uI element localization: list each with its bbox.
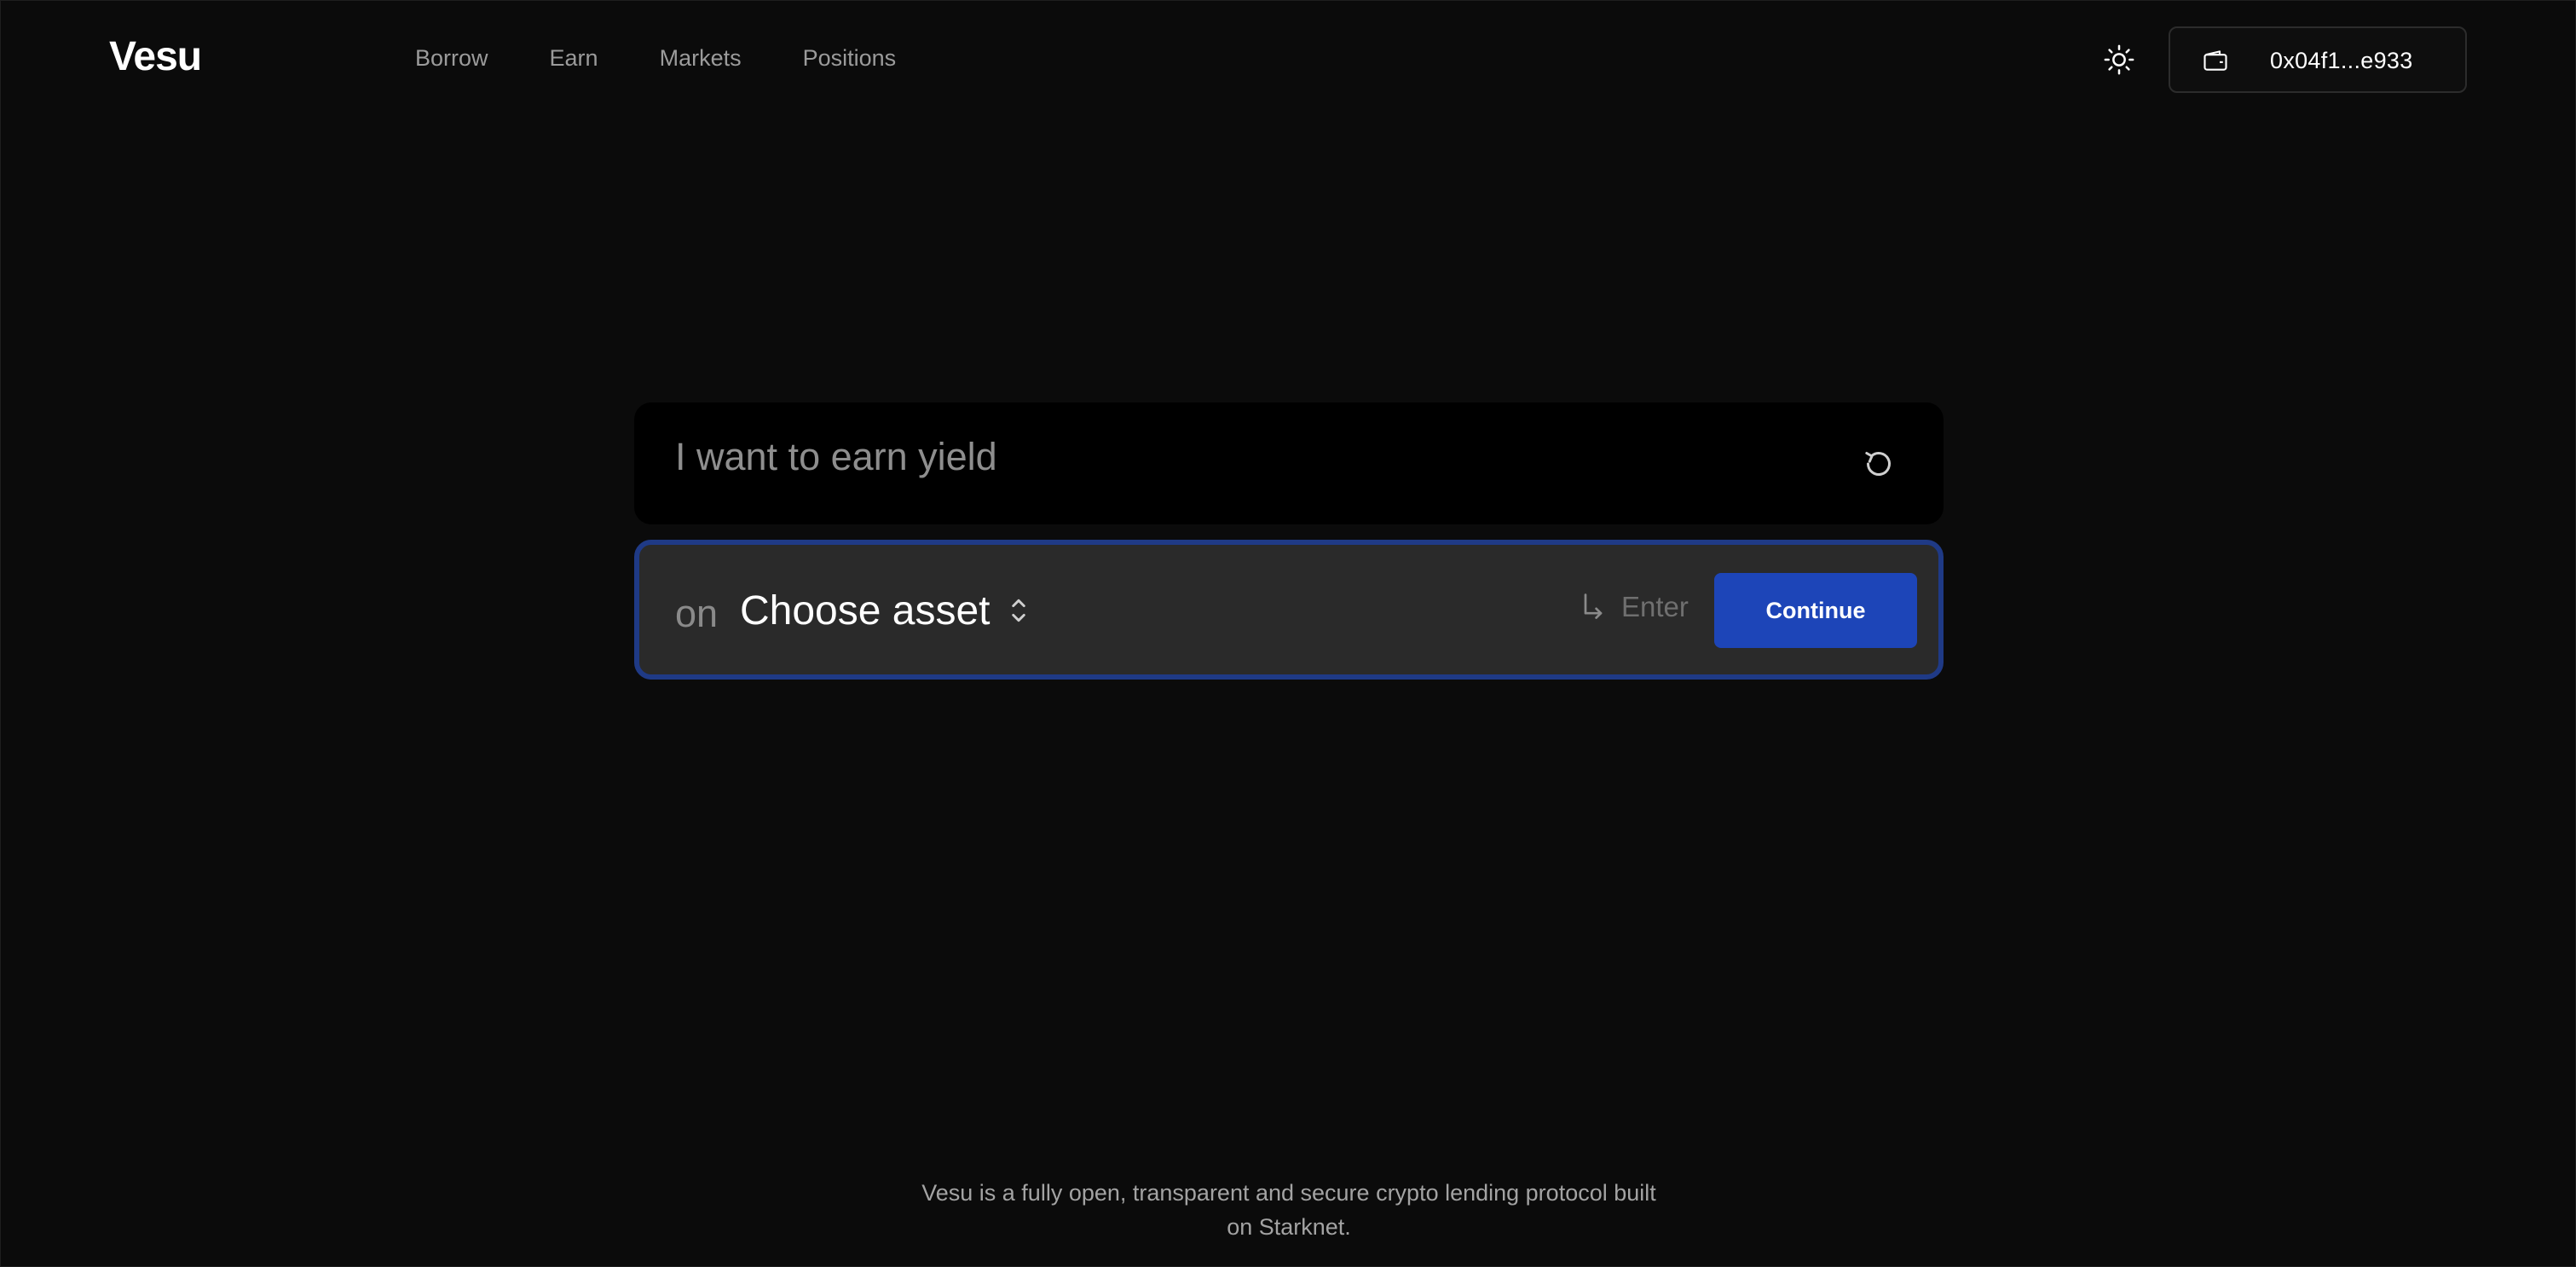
asset-select-label: Choose asset <box>740 587 991 634</box>
nav-item-markets[interactable]: Markets <box>660 45 742 72</box>
sun-icon <box>2104 44 2134 75</box>
theme-toggle-button[interactable] <box>2103 43 2135 76</box>
wallet-button[interactable]: 0x04f1...e933 <box>2169 26 2467 93</box>
enter-hint-label: Enter <box>1621 591 1689 622</box>
app-frame: Vesu Borrow Earn Markets Positions 0x04f… <box>0 0 2576 1267</box>
nav-item-positions[interactable]: Positions <box>803 45 897 72</box>
asset-prefix: on <box>675 592 719 635</box>
nav-item-borrow[interactable]: Borrow <box>415 45 488 72</box>
continue-button[interactable]: Continue <box>1714 573 1917 648</box>
enter-hint: Enter <box>1580 591 1689 623</box>
wallet-address: 0x04f1...e933 <box>2270 48 2413 73</box>
wallet-icon <box>2203 50 2227 71</box>
footer-line-1: Vesu is a fully open, transparent and se… <box>921 1180 1656 1206</box>
footer-line-2: on Starknet. <box>1227 1214 1351 1240</box>
brand-logo[interactable]: Vesu <box>109 33 202 80</box>
main-nav: Borrow Earn Markets Positions <box>415 45 896 72</box>
intent-text: I want to earn yield <box>675 435 997 478</box>
intent-box: I want to earn yield <box>634 402 1944 524</box>
chevron-up-down-icon <box>1011 599 1025 622</box>
footer-tagline: Vesu is a fully open, transparent and se… <box>905 1176 1672 1244</box>
enter-arrow-icon <box>1584 593 1603 619</box>
asset-selector-box: on Choose asset Enter Continue <box>634 540 1944 680</box>
nav-item-earn[interactable]: Earn <box>550 45 598 72</box>
asset-select[interactable]: Choose asset <box>740 584 1028 637</box>
reset-icon[interactable] <box>1862 447 1896 481</box>
